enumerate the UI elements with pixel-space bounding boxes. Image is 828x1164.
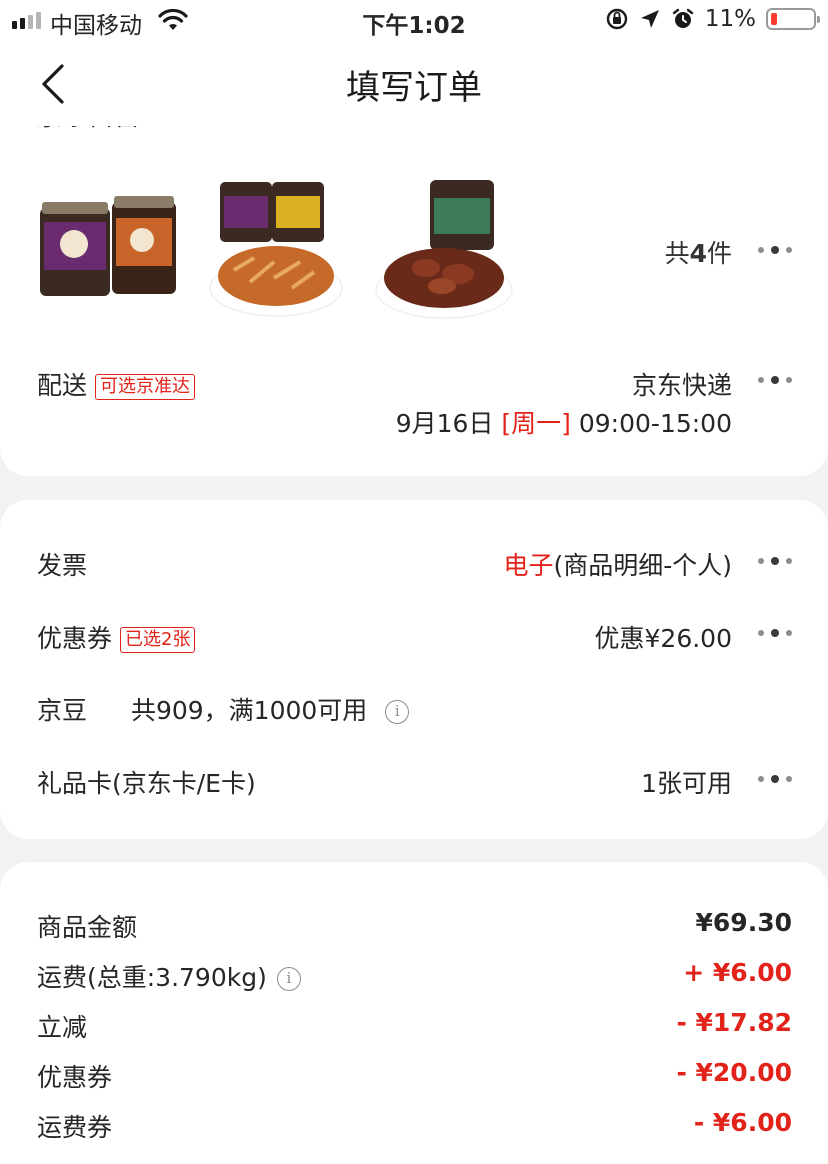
summary-label-shipping-coupon: 运费券 xyxy=(37,1113,113,1142)
invoice-label: 发票 xyxy=(37,551,88,580)
orientation-lock-icon xyxy=(606,8,628,30)
payment-options-card: 发票 电子(商品明细-个人) 优惠券 已选2张 优惠¥26.00 京豆 共909，… xyxy=(0,500,828,839)
summary-label-goods: 商品金额 xyxy=(37,913,138,942)
coupon-value[interactable]: 优惠¥26.00 xyxy=(595,619,732,655)
location-icon xyxy=(640,10,659,28)
product-mushroom-image[interactable] xyxy=(372,178,516,322)
product-bamboo-shoot-image[interactable] xyxy=(204,178,348,322)
jingdou-label: 京豆 xyxy=(37,696,88,725)
coupon-more-icon[interactable] xyxy=(758,629,792,637)
invoice-more-icon[interactable] xyxy=(758,557,792,565)
coupon-selected-tag: 已选2张 xyxy=(120,627,196,653)
gift-card-more-icon[interactable] xyxy=(758,775,792,783)
delivery-time[interactable]: 9月16日 [周一] 09:00-15:00 xyxy=(396,404,732,440)
order-items-card: 京东自营 xyxy=(0,110,828,476)
summary-label-coupon: 优惠券 xyxy=(37,1063,113,1092)
product-jar-pair-image[interactable] xyxy=(36,178,180,322)
nav-bar: 填写订单 xyxy=(0,42,828,126)
gift-card-label: 礼品卡(京东卡/E卡) xyxy=(37,769,256,798)
summary-value-goods: ¥69.30 xyxy=(695,908,792,937)
page-title: 填写订单 xyxy=(346,68,482,108)
summary-value-shipping-coupon: - ¥6.00 xyxy=(693,1108,792,1137)
info-icon[interactable]: i xyxy=(385,700,410,724)
delivery-label: 配送 可选京准达 xyxy=(37,366,196,402)
summary-value-coupon: - ¥20.00 xyxy=(676,1058,792,1087)
invoice-value[interactable]: 电子(商品明细-个人) xyxy=(503,546,732,582)
jingzhunda-tag[interactable]: 可选京准达 xyxy=(95,374,196,400)
battery-icon xyxy=(766,8,820,30)
summary-label-shipping: 运费(总重:3.790kg) i xyxy=(37,958,301,994)
battery-percent: 11% xyxy=(704,6,756,32)
summary-value-shipping: + ¥6.00 xyxy=(683,958,792,987)
delivery-carrier[interactable]: 京东快递 xyxy=(632,366,732,402)
product-list[interactable] xyxy=(36,178,516,322)
price-summary-card: 商品金额 ¥69.30 运费(总重:3.790kg) i + ¥6.00 立减 -… xyxy=(0,862,828,1164)
coupon-label: 优惠券 已选2张 xyxy=(37,619,196,655)
status-bar: 中国移动 下午1:02 11% xyxy=(0,0,828,42)
delivery-more-icon[interactable] xyxy=(758,376,792,384)
products-more-icon[interactable] xyxy=(758,246,792,254)
summary-label-discount: 立减 xyxy=(37,1013,88,1042)
shipping-info-icon[interactable]: i xyxy=(276,967,301,991)
alarm-icon xyxy=(672,8,694,28)
product-count: 共4件 xyxy=(664,239,732,268)
jingdou-row: 京豆 共909，满1000可用 i xyxy=(37,691,410,727)
summary-value-discount: - ¥17.82 xyxy=(676,1008,792,1037)
jingdou-info: 共909，满1000可用 xyxy=(130,696,368,725)
gift-card-value[interactable]: 1张可用 xyxy=(641,764,732,800)
